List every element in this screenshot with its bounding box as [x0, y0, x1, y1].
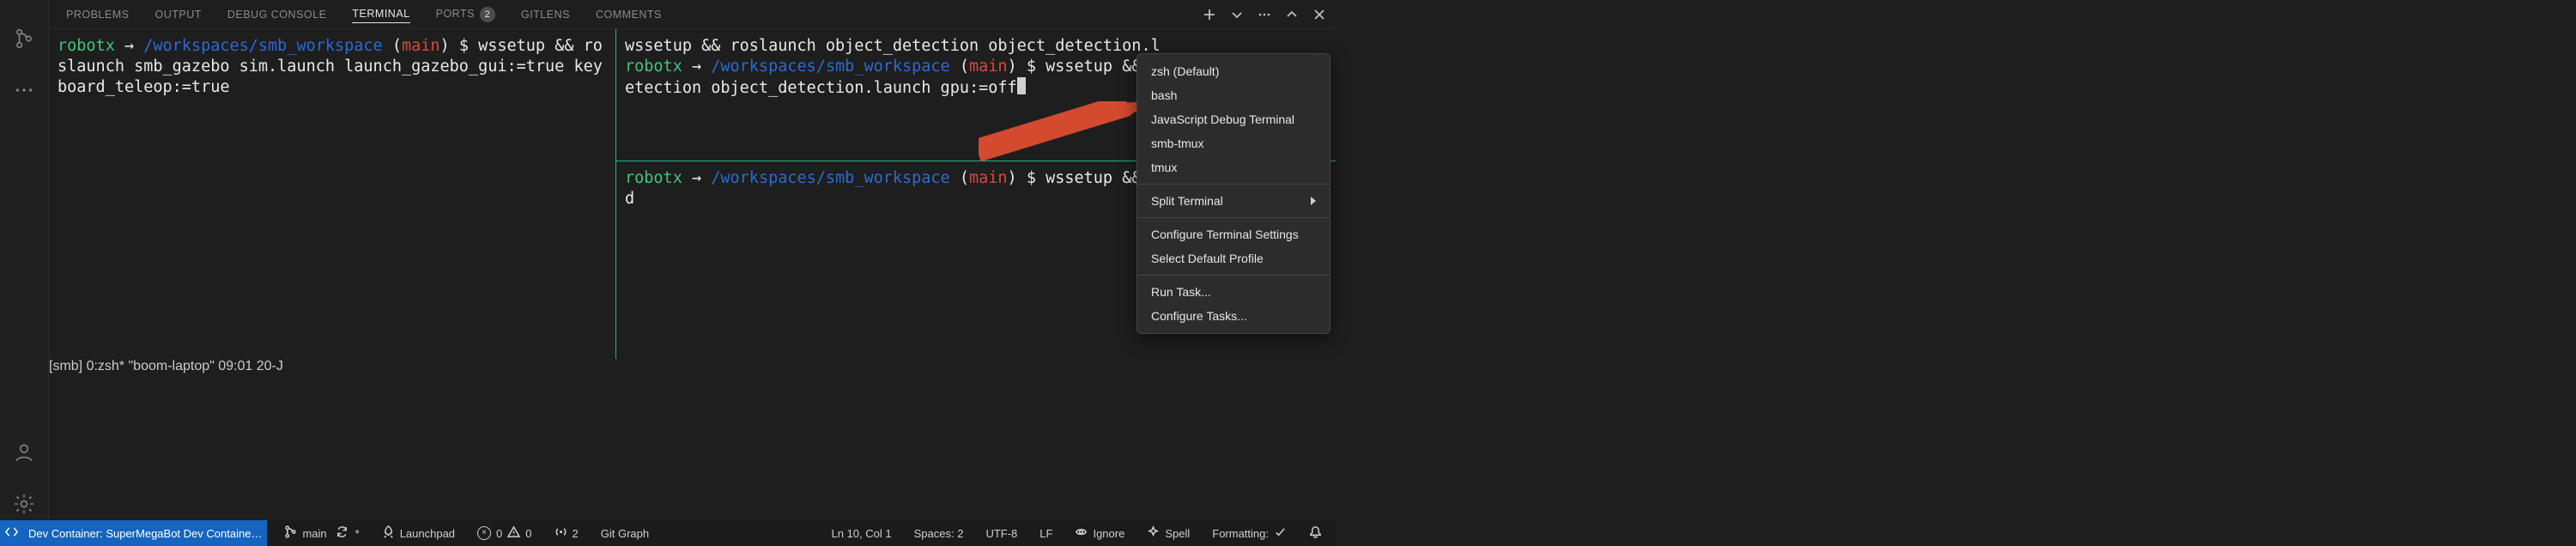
indentation-status[interactable]: Spaces: 2: [909, 527, 969, 540]
remote-label: Dev Container: SuperMegaBot Dev Containe…: [28, 527, 262, 540]
panel-tab-problems[interactable]: PROBLEMS: [66, 6, 129, 23]
menu-item-label: Configure Tasks...: [1151, 309, 1247, 323]
menu-item-label: Split Terminal: [1151, 194, 1223, 208]
check-icon: [1274, 525, 1287, 541]
launch-profile-chevron-icon[interactable]: [1229, 7, 1245, 22]
ports-count: 2: [573, 527, 579, 540]
menu-item-label: JavaScript Debug Terminal: [1151, 112, 1294, 126]
menu-item-label: zsh (Default): [1151, 64, 1219, 78]
cursor-position-status[interactable]: Ln 10, Col 1: [827, 527, 897, 540]
status-bar: Dev Container: SuperMegaBot Dev Containe…: [0, 520, 1336, 546]
warning-count: 0: [525, 527, 531, 540]
spell-status[interactable]: Spell: [1142, 525, 1195, 541]
panel-tab-comments[interactable]: COMMENTS: [596, 6, 662, 23]
branch-icon: [284, 525, 297, 541]
diagnostics-status[interactable]: × 0 0: [472, 520, 536, 546]
terminal-area: robotx → /workspaces/smb_workspace (main…: [49, 29, 1336, 520]
remote-indicator[interactable]: Dev Container: SuperMegaBot Dev Containe…: [0, 520, 267, 546]
menu-item-zsh-default[interactable]: zsh (Default): [1137, 59, 1330, 83]
launchpad-status[interactable]: Launchpad: [377, 520, 460, 546]
panel-tab-debug-console[interactable]: DEBUG CONSOLE: [227, 6, 327, 23]
formatting-status[interactable]: Formatting:: [1207, 525, 1292, 541]
new-terminal-button[interactable]: [1202, 7, 1217, 22]
notifications-status[interactable]: [1304, 525, 1327, 541]
gitignore-status[interactable]: Ignore: [1070, 525, 1130, 541]
sync-icon: [336, 525, 349, 541]
spell-label: Spell: [1165, 527, 1190, 540]
tmux-status-bar: [smb] 0:zsh* "boom-laptop" 09:01 20-J: [49, 359, 615, 520]
menu-item-smb-tmux[interactable]: smb-tmux: [1137, 131, 1330, 155]
panel-tab-output[interactable]: OUTPUT: [155, 6, 201, 23]
remote-icon: [5, 525, 18, 541]
gitignore-label: Ignore: [1093, 527, 1124, 540]
formatting-label: Formatting:: [1212, 527, 1269, 540]
git-graph-status[interactable]: Git Graph: [596, 520, 654, 546]
eol-status[interactable]: LF: [1034, 527, 1058, 540]
radio-icon: [555, 525, 567, 541]
eol: LF: [1039, 527, 1052, 540]
terminal-profile-menu: zsh (Default) bash JavaScript Debug Termin…: [1136, 53, 1330, 334]
git-graph-label: Git Graph: [601, 527, 649, 540]
tmux-status-left: [smb] 0:zsh*: [49, 359, 124, 373]
activity-bar: [0, 0, 49, 520]
sparkle-icon: [1147, 525, 1160, 541]
account-icon[interactable]: [13, 441, 35, 464]
menu-item-select-default-profile[interactable]: Select Default Profile: [1137, 246, 1330, 270]
menu-separator: [1137, 184, 1330, 185]
panel-tab-ports[interactable]: PORTS2: [436, 4, 495, 25]
branch-name: main: [302, 527, 326, 540]
menu-item-label: bash: [1151, 88, 1177, 102]
eye-off-icon: [1075, 525, 1088, 541]
tmux-status-right: "boom-laptop" 09:01 20-J: [128, 359, 282, 373]
panel-actions: [1202, 7, 1327, 22]
git-branch-status[interactable]: main *: [279, 520, 364, 546]
settings-gear-icon[interactable]: [13, 493, 35, 515]
panel-tab-gitlens[interactable]: GITLENS: [521, 6, 570, 23]
bell-icon: [1309, 525, 1322, 541]
warning-icon: [507, 525, 520, 541]
menu-item-tmux[interactable]: tmux: [1137, 155, 1330, 179]
panel-tab-bar: PROBLEMS OUTPUT DEBUG CONSOLE TERMINAL PORTS…: [49, 0, 1336, 29]
menu-item-label: Select Default Profile: [1151, 252, 1264, 265]
terminal-pane-left[interactable]: robotx → /workspaces/smb_workspace (main…: [49, 29, 615, 359]
menu-item-configure-tasks[interactable]: Configure Tasks...: [1137, 304, 1330, 328]
menu-separator: [1137, 275, 1330, 276]
overflow-icon[interactable]: [13, 79, 35, 101]
indentation: Spaces: 2: [914, 527, 964, 540]
menu-separator: [1137, 217, 1330, 218]
menu-item-split-terminal[interactable]: Split Terminal: [1137, 189, 1330, 213]
tab-badge: 2: [480, 7, 495, 22]
error-icon: ×: [477, 526, 491, 540]
panel-tab-terminal[interactable]: TERMINAL: [352, 5, 409, 23]
encoding-status[interactable]: UTF-8: [980, 527, 1022, 540]
menu-item-bash[interactable]: bash: [1137, 83, 1330, 107]
menu-item-configure-terminal-settings[interactable]: Configure Terminal Settings: [1137, 222, 1330, 246]
menu-item-label: Configure Terminal Settings: [1151, 228, 1299, 241]
rocket-icon: [382, 525, 395, 541]
encoding: UTF-8: [985, 527, 1017, 540]
menu-item-label: smb-tmux: [1151, 136, 1203, 150]
menu-item-label: tmux: [1151, 161, 1177, 174]
error-count: 0: [496, 527, 502, 540]
ports-status[interactable]: 2: [549, 520, 584, 546]
panel-maximize-icon[interactable]: [1284, 7, 1300, 22]
menu-item-javascript-debug-terminal[interactable]: JavaScript Debug Terminal: [1137, 107, 1330, 131]
launchpad-label: Launchpad: [400, 527, 455, 540]
panel-close-icon[interactable]: [1312, 7, 1327, 22]
menu-item-label: Run Task...: [1151, 285, 1211, 299]
cursor-position: Ln 10, Col 1: [832, 527, 892, 540]
source-control-icon[interactable]: [13, 27, 35, 50]
menu-item-run-task[interactable]: Run Task...: [1137, 280, 1330, 304]
panel-overflow-icon[interactable]: [1257, 7, 1272, 22]
